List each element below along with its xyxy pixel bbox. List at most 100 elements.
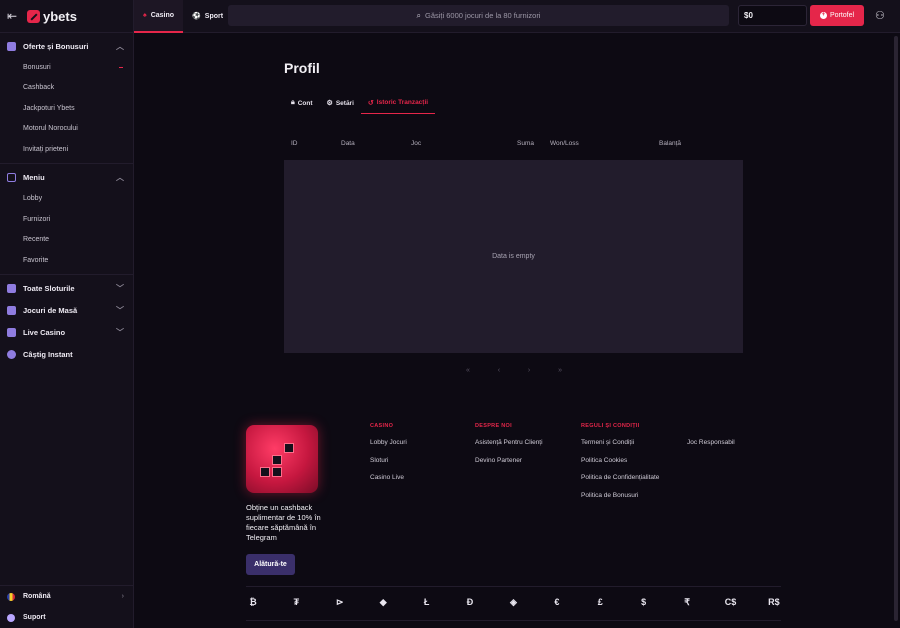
sidebar-item-wheel[interactable]: Motorul Norocului <box>0 119 133 140</box>
tab-label: Setări <box>335 99 354 107</box>
rupee-icon: ₹ <box>684 597 690 607</box>
logo[interactable]: ybets <box>27 9 77 24</box>
tab-label: Istoric Tranzacții <box>376 99 429 106</box>
grid-icon <box>7 284 16 293</box>
language-selector[interactable]: Română › <box>0 586 134 607</box>
column-header-amount: Suma <box>517 140 534 147</box>
offers-group-header[interactable]: Oferte și Bonusuri ︿ <box>0 35 133 57</box>
sidebar-item-recent[interactable]: Recente <box>0 230 133 251</box>
pagination: « ‹ › » <box>466 367 562 374</box>
sidebar-item-label: Invitați prieteni <box>23 145 69 153</box>
cube-block <box>284 443 294 453</box>
support-link[interactable]: Suport <box>0 607 134 628</box>
support-icon <box>7 613 15 622</box>
sidebar-item-label: Furnizori <box>23 215 51 223</box>
footer-link[interactable]: Casino Live <box>370 474 407 492</box>
sidebar-item-table-games[interactable]: Jocuri de Masă ﹀ <box>0 300 133 322</box>
footer-link[interactable]: Lobby Jocuri <box>370 439 407 457</box>
user-icon[interactable]: ⚇ <box>875 10 887 22</box>
dollar-icon: $ <box>641 597 647 607</box>
footer-link[interactable]: Politica Cookies <box>581 457 659 475</box>
tab-label: Cont <box>297 99 313 107</box>
sidebar-item-cashback[interactable]: Cashback <box>0 78 133 99</box>
sidebar-section-label: Jocuri de Masă <box>23 306 78 315</box>
collapse-sidebar-icon[interactable]: ⇤ <box>7 9 23 23</box>
footer-link[interactable]: Joc Responsabil <box>687 439 735 457</box>
sidebar-item-lobby[interactable]: Lobby <box>0 189 133 210</box>
euro-icon: € <box>554 597 560 607</box>
sidebar-bottom: Română › Suport <box>0 585 134 628</box>
footer-column-rules: REGULI ȘI CONDIȚII Termeni și Condiții P… <box>581 423 659 509</box>
footer-link[interactable]: Devino Partener <box>475 457 543 475</box>
footer-link[interactable]: Sloturi <box>370 457 407 475</box>
sidebar-item-instant-win[interactable]: Câștig Instant <box>0 344 133 366</box>
column-header-won-loss: Won/Loss <box>550 140 579 147</box>
cube-block <box>272 455 282 465</box>
page-title: Profil <box>284 60 320 76</box>
table-header: ID Data Joc Suma Won/Loss Balanță <box>284 137 743 153</box>
menu-group-header[interactable]: Meniu ︿ <box>0 167 133 189</box>
empty-message: Data is empty <box>492 253 535 260</box>
profile-tabs: 🔒︎ Cont ⚙ Setări ↺ Istoric Tranzacții <box>284 92 436 114</box>
sidebar-item-all-slots[interactable]: Toate Sloturile ﹀ <box>0 278 133 300</box>
sidebar-item-bonuses[interactable]: Bonusuri <box>0 57 133 78</box>
sidebar-item-label: Bonusuri <box>23 63 51 71</box>
sidebar-section-label: Câștig Instant <box>23 350 73 359</box>
sidebar-section-label: Live Casino <box>23 328 66 337</box>
footer-link[interactable]: Politica de Confidențialitate <box>581 474 659 492</box>
lock-icon: 🔒︎ <box>291 99 295 106</box>
search-input[interactable]: ⌕ Găsiți 6000 jocuri de la 80 furnizori <box>228 5 729 26</box>
footer-column-responsible: Joc Responsabil <box>687 423 735 457</box>
wallet-label: Portofel <box>829 12 855 19</box>
sidebar-item-label: Recente <box>23 236 50 244</box>
last-page-button[interactable]: » <box>558 367 562 374</box>
prev-page-button[interactable]: ‹ <box>498 367 500 374</box>
plus-icon: + <box>819 12 827 19</box>
chevron-up-icon: ︿ <box>116 173 124 182</box>
gear-icon: ⚙ <box>326 100 333 107</box>
bitcoin-icon: ₿ <box>249 597 257 607</box>
footer-column-casino: CASINO Lobby Jocuri Sloturi Casino Live <box>370 423 407 492</box>
first-page-button[interactable]: « <box>466 367 470 374</box>
support-label: Suport <box>23 614 46 621</box>
menu-icon <box>7 173 16 182</box>
promo-text: Obține un cashback suplimentar de 10% în… <box>246 503 321 542</box>
join-telegram-button[interactable]: Alătură-te <box>246 554 295 575</box>
litecoin-icon: Ł <box>423 597 430 607</box>
wallet-button[interactable]: + Portofel <box>810 5 864 26</box>
next-page-button[interactable]: › <box>528 367 530 374</box>
tab-casino[interactable]: ♠ Casino <box>134 0 184 33</box>
tab-account[interactable]: 🔒︎ Cont <box>284 92 320 114</box>
sidebar-item-jackpots[interactable]: Jackpoturi Ybets <box>0 98 133 119</box>
footer-heading <box>687 423 735 430</box>
history-icon: ↺ <box>367 99 374 107</box>
sidebar-item-providers[interactable]: Furnizori <box>0 209 133 230</box>
live-icon <box>7 328 16 337</box>
column-header-id: ID <box>291 140 298 147</box>
romania-flag-icon <box>7 592 15 601</box>
tron-icon: ⊳ <box>336 597 344 607</box>
sidebar-item-live-casino[interactable]: Live Casino ﹀ <box>0 322 133 344</box>
brazilian-real-icon: R$ <box>768 597 780 607</box>
sidebar-item-label: Jackpoturi Ybets <box>23 104 75 112</box>
tab-transaction-history[interactable]: ↺ Istoric Tranzacții <box>360 92 436 114</box>
chevron-down-icon: ﹀ <box>116 306 124 315</box>
sidebar-item-favorites[interactable]: Favorite <box>0 250 133 271</box>
sidebar-item-label: Favorite <box>23 256 49 264</box>
chevron-down-icon: ﹀ <box>116 328 124 337</box>
footer-link[interactable]: Asistență Pentru Clienți <box>475 439 543 457</box>
footer-link[interactable]: Politica de Bonusuri <box>581 492 659 510</box>
footer-link[interactable]: Termeni și Condiții <box>581 439 659 457</box>
sidebar-item-label: Motorul Norocului <box>23 125 78 133</box>
divider <box>0 162 133 164</box>
sidebar: ⇤ ybets Oferte și Bonusuri ︿ Bonusuri Ca… <box>0 0 134 628</box>
scrollbar-thumb[interactable] <box>894 36 898 621</box>
logo-text: ybets <box>43 8 77 24</box>
empty-table: Data is empty <box>284 160 743 353</box>
sidebar-item-invite[interactable]: Invitați prieteni <box>0 139 133 160</box>
footer-heading: CASINO <box>370 423 394 429</box>
logo-mark-icon <box>27 9 40 23</box>
tab-settings[interactable]: ⚙ Setări <box>320 92 361 114</box>
balance-display[interactable]: $0 <box>738 5 807 26</box>
tab-sport[interactable]: ⚽ Sport <box>183 0 232 33</box>
